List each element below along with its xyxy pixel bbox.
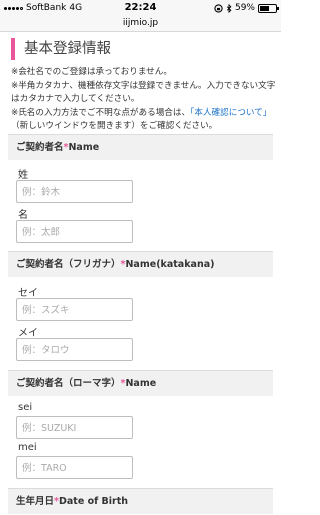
battery-icon — [258, 3, 279, 13]
section-name-katakana: ご契約者名（フリガナ）*Name(katakana) — [8, 251, 273, 277]
section-title-en: Name — [68, 142, 100, 153]
notes: ※会社名でのご登録は承っておりません。 ※半角カタカナ、機種依存文字は登録できま… — [11, 66, 277, 134]
section-title-en: Date of Birth — [58, 496, 129, 507]
section-title: 生年月日 — [16, 496, 55, 507]
note-identity-text: ※氏名の入力方法でご不明な点がある場合は、 — [11, 107, 191, 118]
battery-percent: 59% — [234, 3, 255, 13]
address-bar[interactable]: iijmio.jp — [0, 17, 281, 32]
section-date-of-birth: 生年月日*Date of Birth — [8, 488, 273, 514]
note-identity: ※氏名の入力方法でご不明な点がある場合は、「本人確認について」 （新しいウインドウ… — [11, 107, 277, 134]
section-name-romaji: ご契約者名（ローマ字）*Name — [8, 370, 273, 396]
first-name-romaji-input[interactable]: 例：TARO — [16, 456, 133, 479]
note-halfwidth-kana: ※半角カタカナ、機種依存文字は登録できません。入力できない文字はカタカナで入力し… — [11, 80, 276, 105]
note-company: ※会社名でのご登録は承っておりません。 — [11, 67, 172, 77]
first-name-label: 名 — [18, 210, 28, 221]
section-title-en: Name — [125, 378, 157, 389]
rotation-lock-icon — [214, 3, 223, 13]
status-right: 59% — [214, 3, 279, 13]
first-name-romaji-label: mei — [18, 442, 37, 453]
first-name-kana-input[interactable]: 例：タロウ — [16, 338, 133, 361]
identity-verification-link[interactable]: 「本人確認について」 — [190, 108, 271, 118]
section-title: ご契約者名（ローマ字） — [16, 378, 121, 389]
bluetooth-icon — [226, 3, 232, 13]
last-name-kana-label: セイ — [18, 288, 38, 299]
last-name-romaji-input[interactable]: 例：SUZUKI — [16, 416, 133, 439]
last-name-romaji-label: sei — [18, 402, 33, 413]
first-name-kana-label: メイ — [18, 328, 38, 339]
section-title: ご契約者名（フリガナ） — [16, 259, 121, 270]
section-title: ご契約者名 — [16, 142, 64, 153]
last-name-input[interactable]: 例：鈴木 — [16, 180, 133, 203]
section-title-en: Name(katakana) — [125, 259, 215, 270]
note-identity-after: （新しいウインドウを開きます）をご確認ください。 — [11, 121, 218, 131]
status-bar: SoftBank 4G 22:24 59% — [0, 0, 281, 17]
section-name: ご契約者名*Name — [8, 134, 273, 160]
last-name-label: 姓 — [18, 170, 28, 181]
last-name-kana-input[interactable]: 例：スズキ — [16, 298, 133, 321]
first-name-input[interactable]: 例：太郎 — [16, 220, 133, 243]
page-title: 基本登録情報 — [11, 38, 111, 60]
